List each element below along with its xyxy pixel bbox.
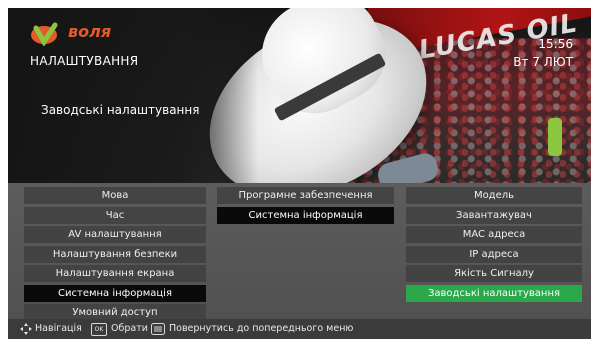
- back-key-icon: [151, 323, 165, 335]
- menu-item-factory-reset[interactable]: Заводські налаштування: [406, 284, 582, 302]
- menu-item-model[interactable]: Модель: [406, 187, 582, 204]
- brand-logo: воля: [30, 22, 140, 56]
- menu-item-language[interactable]: Мова: [24, 187, 206, 204]
- help-bar: Навігація OK Обрати Повернутись до попер…: [8, 319, 591, 339]
- menu-item-system-info[interactable]: Системна інформація: [24, 284, 206, 302]
- menu-item-ip-address[interactable]: IP адреса: [406, 245, 582, 263]
- figure-green: [548, 118, 562, 156]
- clock-date: Вт 7 ЛЮТ: [513, 55, 573, 69]
- menu-item-system-info-sub[interactable]: Системна інформація: [217, 206, 394, 224]
- clock-time: 15:56: [538, 37, 573, 51]
- menu-item-av-settings[interactable]: AV налаштування: [24, 226, 206, 243]
- navigation-arrows-icon: [20, 323, 32, 335]
- brand-name: воля: [68, 22, 112, 41]
- menu-item-bootloader[interactable]: Завантажувач: [406, 206, 582, 224]
- menu-item-signal-quality[interactable]: Якість Сигналу: [406, 265, 582, 282]
- settings-menu: Мова Час AV налаштування Налаштування бе…: [8, 183, 591, 321]
- menu-item-mac-address[interactable]: MAC адреса: [406, 226, 582, 243]
- menu-column-main: Мова Час AV налаштування Налаштування бе…: [24, 187, 206, 324]
- menu-item-time[interactable]: Час: [24, 206, 206, 224]
- brand-logo-icon: [31, 22, 58, 46]
- current-item-title: Заводські налаштування: [41, 103, 200, 117]
- menu-item-software[interactable]: Програмне забезпечення: [217, 187, 394, 204]
- page-title: НАЛАШТУВАННЯ: [30, 54, 139, 68]
- help-select: Обрати: [111, 323, 148, 334]
- menu-column-details: Модель Завантажувач MAC адреса IP адреса…: [406, 187, 582, 304]
- help-navigate: Навігація: [35, 323, 82, 334]
- help-back: Повернутись до попереднього меню: [169, 323, 354, 334]
- menu-column-sub: Програмне забезпечення Системна інформац…: [217, 187, 394, 226]
- menu-item-security-settings[interactable]: Налаштування безпеки: [24, 245, 206, 263]
- menu-item-screen-settings[interactable]: Налаштування екрана: [24, 265, 206, 282]
- tv-screen: LUCAS OIL воля НАЛАШТУВАННЯ 15:56 Вт 7 Л…: [8, 8, 591, 339]
- ok-key-icon: OK: [91, 323, 107, 336]
